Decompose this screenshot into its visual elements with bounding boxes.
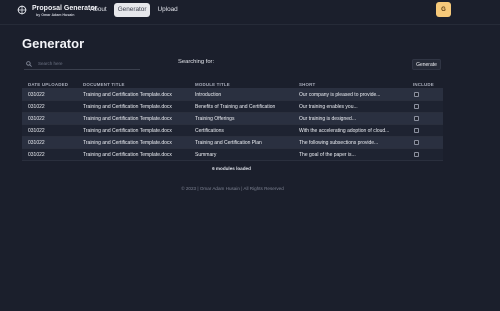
cell-short: The goal of the paper is...	[299, 151, 356, 158]
table-header: DATE UPLOADED DOCUMENT TITLE MODULE TITL…	[22, 80, 443, 89]
table-row: 031022 Training and Certification Templa…	[22, 125, 443, 137]
table-body: 031022 Training and Certification Templa…	[22, 89, 443, 161]
generate-button[interactable]: Generate	[412, 59, 441, 70]
include-checkbox[interactable]	[414, 104, 419, 109]
header-module-title[interactable]: MODULE TITLE	[189, 82, 293, 87]
include-checkbox[interactable]	[414, 140, 419, 145]
cell-document: Training and Certification Template.docx	[83, 115, 172, 122]
include-checkbox[interactable]	[414, 128, 419, 133]
cell-include	[407, 140, 443, 145]
cell-date: 031022	[28, 103, 45, 110]
cell-module: Certifications	[195, 127, 224, 134]
navbar-divider	[0, 24, 500, 25]
include-checkbox[interactable]	[414, 92, 419, 97]
nav-link-generator[interactable]: Generator	[113, 3, 151, 17]
modules-table: DATE UPLOADED DOCUMENT TITLE MODULE TITL…	[22, 80, 443, 161]
cell-date: 031022	[28, 115, 45, 122]
nav-link-upload[interactable]: Upload	[153, 3, 181, 17]
modules-loaded-status: 6 modules loaded	[212, 166, 251, 171]
header-date-uploaded[interactable]: DATE UPLOADED	[22, 82, 77, 87]
page-title: Generator	[22, 36, 85, 51]
cell-module: Introduction	[195, 91, 222, 98]
nav-link-about[interactable]: About	[86, 3, 111, 17]
cell-document: Training and Certification Template.docx	[83, 151, 172, 158]
cell-include	[407, 104, 443, 109]
cell-document: Training and Certification Template.docx	[83, 127, 172, 134]
crosshair-logo-icon	[17, 5, 27, 15]
search-field	[24, 58, 140, 70]
include-checkbox[interactable]	[414, 152, 419, 157]
cell-include	[407, 92, 443, 97]
cell-date: 031022	[28, 91, 45, 98]
include-checkbox[interactable]	[414, 116, 419, 121]
table-row: 031022 Training and Certification Templa…	[22, 101, 443, 113]
cell-module: Training Offerings	[195, 115, 235, 122]
cell-date: 031022	[28, 139, 45, 146]
table-row: 031022 Training and Certification Templa…	[22, 89, 443, 101]
cell-short: Our company is pleased to provide...	[299, 91, 381, 98]
nav-links: About Generator Upload	[86, 3, 182, 17]
searching-label: Searching for:	[178, 59, 215, 65]
cell-short: Our training is designed...	[299, 115, 356, 122]
cell-include	[407, 116, 443, 121]
cell-module: Summary	[195, 151, 217, 158]
cell-short: Our training enables you...	[299, 103, 358, 110]
cell-module: Benefits of Training and Certification	[195, 103, 276, 110]
cell-short: The following subsections provide...	[299, 139, 379, 146]
cell-include	[407, 128, 443, 133]
header-short[interactable]: SHORT	[293, 82, 407, 87]
table-row: 031022 Training and Certification Templa…	[22, 113, 443, 125]
cell-module: Training and Certification Plan	[195, 139, 262, 146]
header-include[interactable]: INCLUDE	[407, 82, 443, 87]
search-input[interactable]	[38, 61, 138, 66]
cell-include	[407, 152, 443, 157]
cell-short: With the accelerating adoption of cloud.…	[299, 127, 390, 134]
cell-document: Training and Certification Template.docx	[83, 139, 172, 146]
footer: © 2023 | Omar Adam Husain | All Rights R…	[181, 186, 284, 191]
navbar: Proposal Generator by Omar Adam Husain A…	[0, 0, 500, 24]
table-row: 031022 Training and Certification Templa…	[22, 149, 443, 161]
cell-date: 031022	[28, 127, 45, 134]
cell-document: Training and Certification Template.docx	[83, 91, 172, 98]
user-avatar[interactable]: G	[436, 2, 451, 17]
search-icon	[26, 60, 32, 67]
header-document-title[interactable]: DOCUMENT TITLE	[77, 82, 189, 87]
table-row: 031022 Training and Certification Templa…	[22, 137, 443, 149]
cell-document: Training and Certification Template.docx	[83, 103, 172, 110]
cell-date: 031022	[28, 151, 45, 158]
